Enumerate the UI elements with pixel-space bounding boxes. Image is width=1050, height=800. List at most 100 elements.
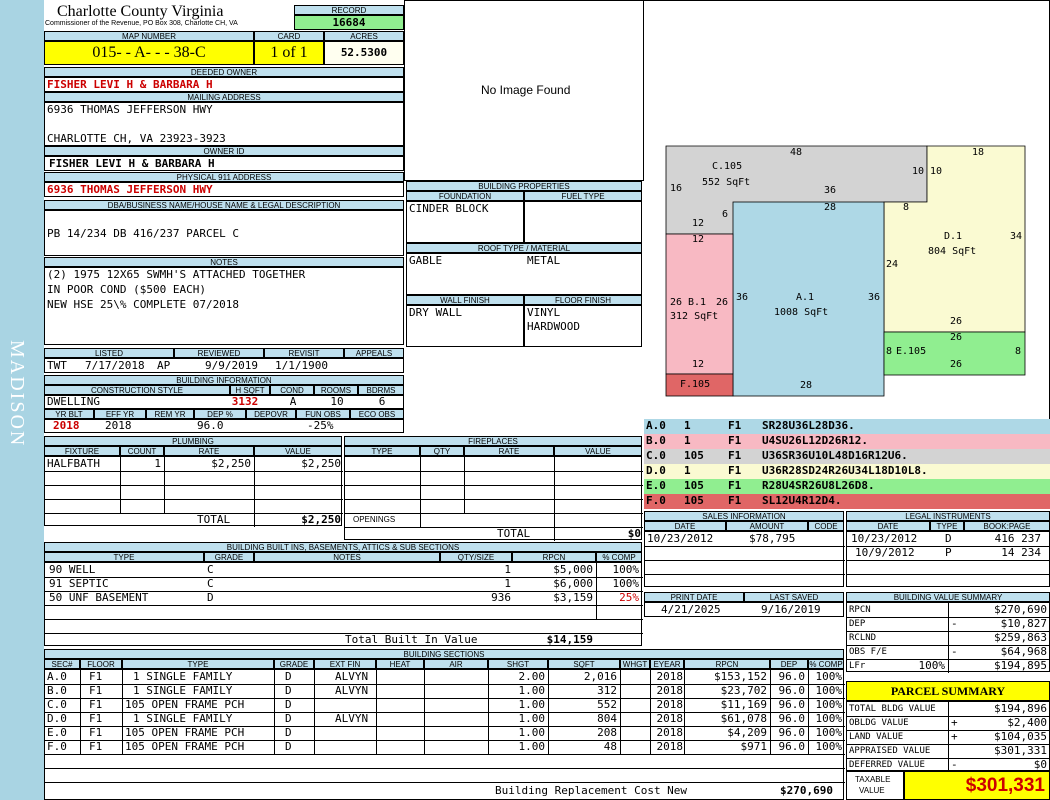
building-info-label: BUILDING INFORMATION bbox=[44, 375, 404, 385]
revisit-label: REVISIT bbox=[264, 348, 344, 358]
no-image-text: No Image Found bbox=[481, 83, 571, 97]
dep-value: 96.0 bbox=[778, 726, 806, 739]
deeded-owner: FISHER LEVI H & BARBARA H bbox=[44, 77, 404, 92]
code-text: SR28U36L28D36. bbox=[762, 419, 855, 432]
deeded-owner-label: DEEDED OWNER bbox=[44, 67, 404, 77]
rpcn-value: $153,152 bbox=[714, 670, 767, 683]
dep-value: 96.0 bbox=[778, 670, 806, 683]
code-n: 1 bbox=[684, 434, 691, 447]
bi-grade: D bbox=[207, 591, 214, 604]
dim-label: 26 bbox=[950, 359, 963, 370]
mailing-address-label: MAILING ADDRESS bbox=[44, 92, 404, 102]
ps-bldg: $194,896 bbox=[994, 702, 1047, 715]
bi-type-header: TYPE bbox=[44, 552, 204, 562]
count-header: COUNT bbox=[120, 446, 164, 456]
bi-qty-header: QTY/SIZE bbox=[440, 552, 512, 562]
plumbing-value: $2,250 bbox=[301, 457, 341, 470]
type-value: 105 OPEN FRAME PCH bbox=[125, 698, 245, 711]
plumbing-total: $2,250 bbox=[301, 513, 341, 526]
acres-value: 52.5300 bbox=[324, 41, 404, 65]
effyr-header: EFF YR bbox=[94, 409, 146, 419]
shgt-header: SHGT bbox=[488, 659, 548, 669]
dim-label: 8 bbox=[903, 202, 910, 213]
legal-book: 14 234 bbox=[1001, 546, 1041, 559]
whgt-header: WHGT bbox=[620, 659, 650, 669]
dim-label: 18 bbox=[972, 147, 985, 158]
builtins-total: $14,159 bbox=[546, 633, 593, 646]
section-d-label: D.1 bbox=[944, 231, 963, 242]
dim-label: 36 bbox=[824, 185, 837, 196]
sale-date: 10/23/2012 bbox=[647, 532, 714, 545]
shgt-value: 1.00 bbox=[518, 684, 546, 697]
dim-label: 26 bbox=[950, 316, 963, 327]
legal-description: PB 14/234 DB 416/237 PARCEL C bbox=[47, 227, 240, 240]
replacement-cost-value: $270,690 bbox=[780, 784, 833, 797]
code-n: 105 bbox=[684, 494, 704, 507]
cond-header: COND bbox=[270, 385, 314, 395]
sections-label: BUILDING SECTIONS bbox=[44, 649, 844, 659]
reviewed-label: REVIEWED bbox=[174, 348, 264, 358]
dep-value: 96.0 bbox=[778, 712, 806, 725]
remyr-header: REM YR bbox=[146, 409, 194, 419]
grade-value: D bbox=[285, 726, 292, 739]
floor-finish-1: VINYL bbox=[527, 306, 561, 319]
bi-comp: 100% bbox=[612, 577, 640, 590]
card-label: CARD bbox=[254, 31, 324, 41]
bi-grade: C bbox=[207, 563, 214, 576]
floor-finish-2: HARDWOOD bbox=[527, 320, 580, 333]
physical-address-label: PHYSICAL 911 ADDRESS bbox=[44, 172, 404, 182]
sale-amount: $78,795 bbox=[749, 532, 796, 545]
section-f-label: F.105 bbox=[680, 379, 711, 390]
ext-value: ALVYN bbox=[335, 670, 369, 683]
vs-rclnd: $259,863 bbox=[994, 631, 1047, 644]
last-saved-date: 9/16/2019 bbox=[761, 603, 821, 616]
rpcn-header: RPCN bbox=[684, 659, 770, 669]
eyear-value: 2018 bbox=[656, 698, 684, 711]
bi-comp-header: % COMP bbox=[596, 552, 642, 562]
sqft-header: SQFT bbox=[548, 659, 620, 669]
fireplaces-label: FIREPLACES bbox=[344, 436, 642, 446]
bi-qty: 1 bbox=[504, 563, 511, 576]
ps-deferred-label: DEFERRED VALUE bbox=[849, 760, 925, 770]
card-number: 1 of 1 bbox=[254, 41, 324, 65]
sales-date-header: DATE bbox=[644, 521, 726, 531]
roof-material: METAL bbox=[527, 254, 561, 267]
floor-value: F1 bbox=[89, 726, 103, 739]
bi-qty: 1 bbox=[504, 577, 511, 590]
code-text: U36R28SD24R26U34L18D10L8. bbox=[762, 464, 928, 477]
sales-code-header: CODE bbox=[808, 521, 844, 531]
vs-lfr: $194,895 bbox=[994, 659, 1047, 672]
floor-value: F1 bbox=[89, 698, 103, 711]
dba-box: PB 14/234 DB 416/237 PARCEL C bbox=[44, 210, 404, 256]
section-e-label: E.105 bbox=[896, 346, 927, 357]
cond-value: A bbox=[289, 395, 297, 408]
type-value: 105 OPEN FRAME PCH bbox=[125, 740, 245, 753]
code-floor: F1 bbox=[728, 479, 742, 492]
code-text: SL12U4R12D4. bbox=[762, 494, 842, 507]
rate-header: RATE bbox=[164, 446, 254, 456]
ps-bldg-label: TOTAL BLDG VALUE bbox=[849, 704, 936, 714]
foundation-label: FOUNDATION bbox=[406, 191, 524, 201]
taxable-value: $301,331 bbox=[904, 771, 1050, 800]
builtins-label: BUILDING BUILT INS, BASEMENTS, ATTICS & … bbox=[44, 542, 642, 552]
fireplaces-table: OPENINGS TOTAL $0 bbox=[344, 456, 643, 541]
section-b-area: 312 SqFt bbox=[670, 311, 719, 322]
sketch-codes: A.0 1 F1 SR28U36L28D36. B.0 1 F1 U4SU26L… bbox=[644, 419, 1050, 509]
comp-value: 100% bbox=[815, 698, 843, 711]
ps-land-label: LAND VALUE bbox=[849, 732, 904, 742]
hsqft-value: 3132 bbox=[231, 395, 259, 408]
dim-label: 6 bbox=[722, 209, 729, 220]
ext-value: ALVYN bbox=[335, 684, 369, 697]
notes-line3: NEW HSE 25\% COMPLETE 07/2018 bbox=[47, 298, 240, 311]
sections-header-row: SEC# FLOOR TYPE GRADE EXT FIN HEAT AIR S… bbox=[44, 659, 844, 669]
dim-label: 16 bbox=[670, 183, 683, 194]
legal-date-header: DATE bbox=[846, 521, 930, 531]
funobs-value: -25% bbox=[307, 419, 334, 432]
wall-finish-box: DRY WALL bbox=[406, 305, 524, 347]
shgt-value: 1.00 bbox=[518, 712, 546, 725]
grade-value: D bbox=[285, 670, 292, 683]
sketch-code-row: D.0 1 F1 U36R28SD24R26U34L18D10L8. bbox=[644, 464, 1050, 479]
type-value: 1 SINGLE FAMILY bbox=[133, 670, 233, 683]
comp-value: 100% bbox=[815, 684, 843, 697]
building-info-row2: 2018 2018 96.0 -25% bbox=[44, 419, 404, 433]
